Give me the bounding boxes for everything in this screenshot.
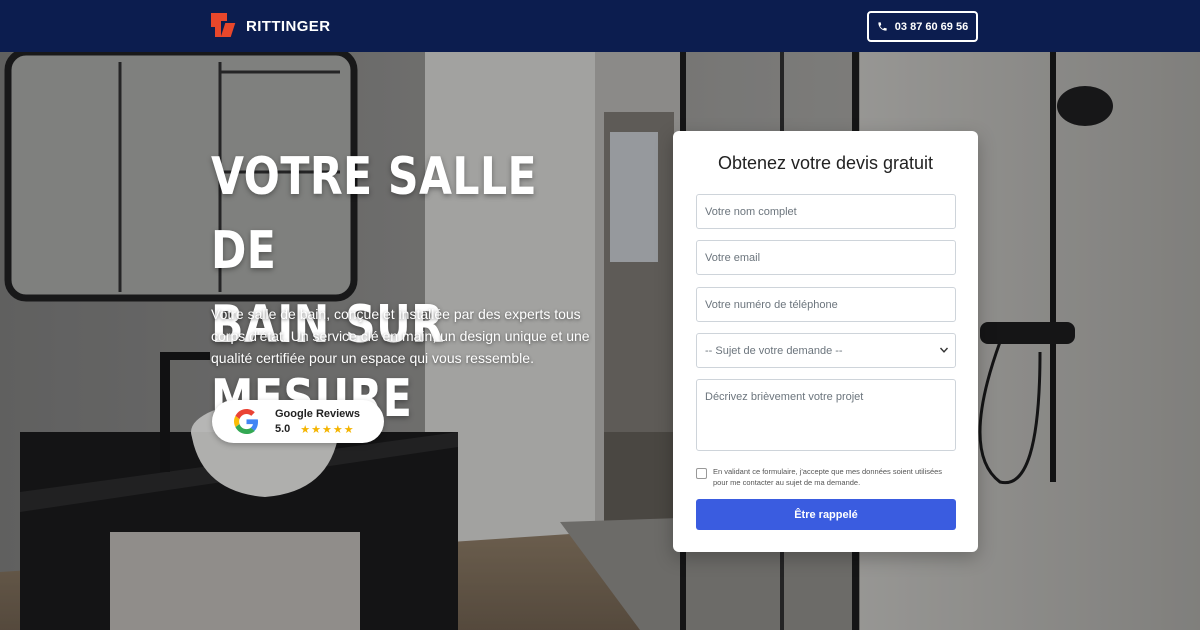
consent-row: En validant ce formulaire, j'accepte que… [696, 466, 958, 488]
phone-button[interactable]: 03 87 60 69 56 [867, 11, 978, 42]
brand-name: RITTINGER [246, 17, 331, 35]
reviews-label: Google Reviews [275, 407, 360, 420]
email-input[interactable] [696, 240, 956, 275]
phone-number: 03 87 60 69 56 [894, 20, 969, 33]
project-textarea[interactable] [696, 379, 956, 451]
phone-icon [878, 22, 887, 31]
hero-subtitle: Votre salle de bain, conçue et installée… [211, 306, 590, 366]
reviews-score: 5.0 [275, 423, 291, 435]
callback-submit-button[interactable]: Être rappelé [696, 499, 956, 530]
name-input[interactable] [696, 194, 956, 229]
reviews-text: Google Reviews 5.0 ★★★★★ [275, 408, 360, 436]
logo[interactable]: RITTINGER [211, 13, 330, 39]
consent-text: En validant ce formulaire, j'accepte que… [713, 467, 943, 487]
hero-title-line-1: VOTRE SALLE DE [211, 147, 538, 281]
phone-input[interactable] [696, 287, 956, 322]
consent-checkbox[interactable] [696, 468, 707, 479]
form-title: Obtenez votre devis gratuit [717, 153, 934, 173]
subject-select[interactable]: -- Sujet de votre demande -- [696, 333, 956, 368]
hero-section [0, 52, 1200, 630]
quote-form-card: Obtenez votre devis gratuit -- Sujet de … [673, 131, 978, 552]
site-header: RITTINGER 03 87 60 69 56 [0, 0, 1200, 52]
google-reviews-badge[interactable]: Google Reviews 5.0 ★★★★★ [212, 400, 384, 443]
google-icon [234, 409, 259, 434]
star-rating-icon: ★★★★★ [300, 423, 355, 436]
hero-title: VOTRE SALLE DE BAIN SUR MESURE [211, 140, 555, 436]
logo-mark-icon [211, 13, 237, 39]
